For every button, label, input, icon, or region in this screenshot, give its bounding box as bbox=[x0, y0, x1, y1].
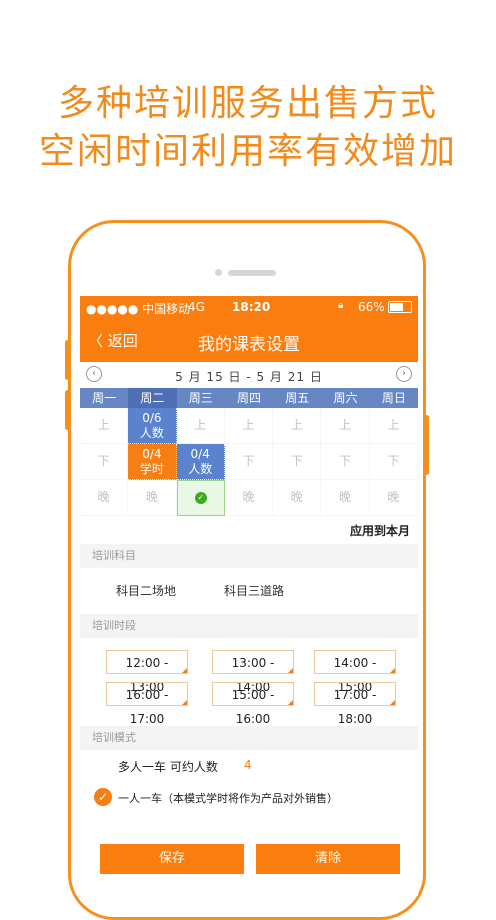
battery-icon bbox=[388, 301, 412, 313]
weekday-label: 周五 bbox=[285, 391, 310, 405]
status-bar: ●●●●● 中国移动 4G 18:20 🔒︎ 66% bbox=[80, 296, 418, 318]
page-title: 我的课表设置 bbox=[198, 335, 300, 355]
schedule-cell[interactable]: 上 bbox=[176, 408, 225, 444]
phone-volume-button bbox=[65, 390, 70, 430]
schedule-cell[interactable]: 上 bbox=[224, 408, 274, 444]
weekday-label: 周六 bbox=[333, 391, 358, 405]
check-circle-icon: ✓ bbox=[194, 492, 207, 504]
mode-single-label: 一人一车（本模式学时将作为产品对外销售） bbox=[118, 792, 338, 805]
time-slot[interactable]: 16:00 - 17:00 bbox=[106, 682, 188, 726]
time-slot-grid: 12:00 - 13:00 13:00 - 14:00 14:00 - 15:0… bbox=[80, 638, 418, 726]
schedule-cell[interactable]: 晚 bbox=[80, 480, 129, 516]
schedule-cell[interactable]: 上 bbox=[273, 408, 322, 444]
schedule-cell[interactable]: 上 bbox=[321, 408, 370, 444]
app-screen: ●●●●● 中国移动 4G 18:20 🔒︎ 66% 〈 返回 我的课表设置 ‹… bbox=[80, 296, 418, 896]
schedule-cell[interactable]: 晚 bbox=[273, 480, 322, 516]
mode-multi-label: 多人一车 可约人数 bbox=[118, 760, 218, 774]
schedule-cell[interactable]: 0/4 学时 bbox=[128, 444, 177, 480]
network-label: 4G bbox=[188, 300, 205, 314]
schedule-cell[interactable]: 下 bbox=[369, 444, 418, 480]
check-icon[interactable]: ✓ bbox=[94, 788, 112, 806]
phone-volume-button bbox=[65, 340, 70, 380]
time-slot[interactable]: 13:00 - 14:00 bbox=[212, 650, 294, 694]
schedule-cell[interactable]: 下 bbox=[273, 444, 322, 480]
schedule-cell[interactable]: 晚 bbox=[224, 480, 274, 516]
weekday-header: 周一 周二 周三 周四 周五 周六 周日 bbox=[80, 388, 418, 408]
schedule-cell[interactable]: 上 bbox=[369, 408, 418, 444]
schedule-cell[interactable]: 下 bbox=[80, 444, 129, 480]
schedule-cell[interactable]: ✓ bbox=[176, 480, 225, 516]
schedule-cell[interactable]: 晚 bbox=[321, 480, 370, 516]
apply-row: 应用到本月 bbox=[80, 516, 418, 542]
action-buttons: 保存 清除 bbox=[80, 824, 418, 884]
week-range-label: 5 月 15 日 - 5 月 21 日 bbox=[175, 370, 323, 384]
chevron-right-icon[interactable]: › bbox=[396, 366, 412, 382]
apply-to-month-button[interactable]: 应用到本月 bbox=[350, 522, 410, 539]
clear-button[interactable]: 清除 bbox=[256, 844, 400, 874]
mode-multi-count[interactable]: 4 bbox=[244, 758, 252, 772]
weekday-label: 周三 bbox=[188, 391, 213, 405]
time-slot[interactable]: 17:00 - 18:00 bbox=[314, 682, 396, 726]
schedule-cell[interactable]: 0/6 人数 bbox=[128, 408, 177, 444]
headline-line-1: 多种培训服务出售方式 bbox=[57, 83, 438, 124]
schedule-cell[interactable]: 0/4 人数 bbox=[176, 444, 225, 480]
schedule-cell[interactable]: 上 bbox=[80, 408, 129, 444]
weekday-label: 周日 bbox=[381, 391, 406, 405]
schedule-cell[interactable]: 晚 bbox=[128, 480, 177, 516]
headline-line-2: 空闲时间利用率有效增加 bbox=[38, 131, 457, 172]
weekday-label: 周一 bbox=[92, 391, 117, 405]
time-slot[interactable]: 12:00 - 13:00 bbox=[106, 650, 188, 694]
battery-label: 66% bbox=[358, 300, 385, 314]
schedule-cell[interactable]: 下 bbox=[224, 444, 274, 480]
nav-bar: 〈 返回 我的课表设置 bbox=[80, 318, 418, 362]
schedule-grid: 上 0/6 人数上上上上上下 0/4 学时 0/4 人数下下下下晚晚 ✓ 晚晚晚晚 bbox=[80, 408, 418, 516]
phone-power-button bbox=[424, 415, 429, 475]
section-subject: 培训科目 bbox=[80, 544, 418, 568]
camera-dot bbox=[215, 269, 222, 276]
lock-icon: 🔒︎ bbox=[338, 300, 344, 311]
time-slot[interactable]: 14:00 - 15:00 bbox=[314, 650, 396, 694]
schedule-cell[interactable]: 下 bbox=[321, 444, 370, 480]
save-button[interactable]: 保存 bbox=[100, 844, 244, 874]
mode-options: 多人一车 可约人数 4 ✓ 一人一车（本模式学时将作为产品对外销售） bbox=[80, 750, 418, 824]
subject-options: 科目二场地 科目三道路 bbox=[80, 568, 418, 612]
weekday-label: 周二 bbox=[128, 388, 177, 408]
time-slot[interactable]: 15:00 - 16:00 bbox=[212, 682, 294, 726]
weekday-label: 周四 bbox=[236, 391, 261, 405]
subject-option[interactable]: 科目二场地 bbox=[110, 580, 182, 601]
speaker-slot bbox=[228, 270, 276, 276]
schedule-cell[interactable]: 晚 bbox=[369, 480, 418, 516]
subject-option[interactable]: 科目三道路 bbox=[218, 580, 290, 601]
time-label: 18:20 bbox=[232, 300, 271, 314]
week-selector: ‹ 5 月 15 日 - 5 月 21 日 › bbox=[80, 362, 418, 388]
section-time: 培训时段 bbox=[80, 614, 418, 638]
carrier-label: ●●●●● 中国移动 bbox=[86, 302, 191, 316]
